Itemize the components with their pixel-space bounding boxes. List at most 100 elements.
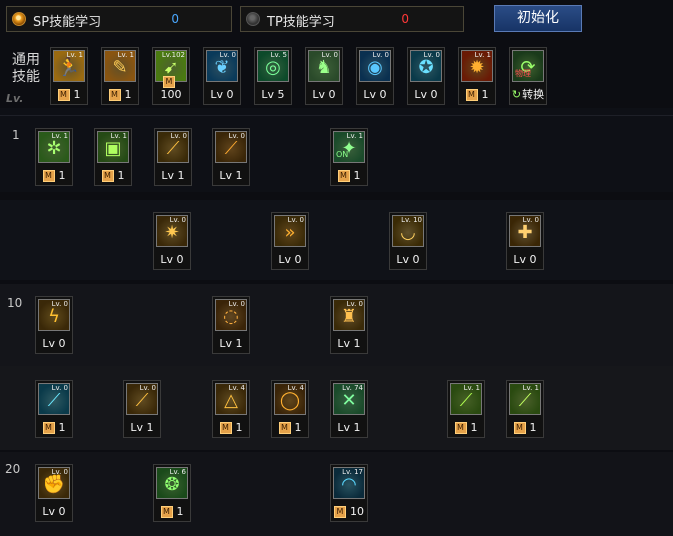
skill-level-text: M1	[102, 88, 138, 101]
icon-glyph: ◎	[265, 57, 281, 78]
icon-glyph: ⟋	[47, 390, 61, 411]
skill-slot[interactable]: ⟋ Lv. 0 M1	[35, 380, 73, 438]
skill-slot[interactable]: » Lv. 0 Lv 0	[271, 212, 309, 270]
gear-skill-icon[interactable]: ✲ Lv. 1	[38, 131, 70, 163]
skill-slot[interactable]: ⟋ Lv. 1 M1	[447, 380, 485, 438]
skill-slot[interactable]: △ Lv. 4 M1	[212, 380, 250, 438]
icon-glyph: ⟋	[135, 390, 149, 411]
fist-icon[interactable]: ✊ Lv. 0	[38, 467, 70, 499]
common-skill-slot[interactable]: ⟳ 物理 ↻转换	[509, 47, 547, 105]
skill-slot[interactable]: ♜ Lv. 0 Lv 1	[330, 296, 368, 354]
skill-level-text: Lv 1	[124, 421, 160, 434]
icon-glyph: ✲	[46, 138, 62, 159]
common-skill-slot[interactable]: ✎ Lv. 1 M1	[101, 47, 139, 105]
background-band-2	[0, 200, 673, 280]
spiral-icon[interactable]: ◌ Lv. 0	[215, 299, 247, 331]
sword-blue-icon[interactable]: ⟋ Lv. 0	[38, 383, 70, 415]
skill-slot[interactable]: ✕ Lv. 74 Lv 1	[330, 380, 368, 438]
triangle-icon[interactable]: △ Lv. 4	[215, 383, 247, 415]
dragon-icon[interactable]: ♜ Lv. 0	[333, 299, 365, 331]
ring-icon[interactable]: ◯ Lv. 4	[274, 383, 306, 415]
common-skill-slot[interactable]: ♞ Lv. 0 Lv 0	[305, 47, 343, 105]
common-skill-slot[interactable]: ◉ Lv. 0 Lv 0	[356, 47, 394, 105]
skill-slot[interactable]: ▣ Lv. 1 M1	[94, 128, 132, 186]
level-watermark: Lv.	[6, 92, 24, 105]
icon-level-tag: Lv. 1	[346, 132, 363, 140]
skill-slot[interactable]: ⟋ Lv. 0 Lv 1	[212, 128, 250, 186]
skill-level-text: Lv 0	[154, 253, 190, 266]
blade-icon[interactable]: ⟋ Lv. 0	[126, 383, 158, 415]
common-skill-slot[interactable]: ✹ Lv. 1 M1	[458, 47, 496, 105]
skill-level-value: 1	[124, 88, 132, 101]
icon-level-tag: Lv. 0	[51, 300, 68, 308]
skill-level-value: 转换	[522, 88, 545, 101]
skill-level-text: M1	[51, 88, 87, 101]
skill-slot[interactable]: ✦ Lv. 1 ON M 1	[330, 128, 368, 186]
scroll-icon[interactable]: ✎ Lv. 1	[104, 50, 136, 82]
beast-icon[interactable]: ❂ Lv. 6	[156, 467, 188, 499]
skill-level-value: 1	[481, 88, 489, 101]
skill-slot[interactable]: ✚ Lv. 0 Lv 0	[506, 212, 544, 270]
common-skill-slot[interactable]: 🏃 Lv. 1 M1	[50, 47, 88, 105]
skill-slot[interactable]: ◌ Lv. 0 Lv 1	[212, 296, 250, 354]
skill-slot[interactable]: ◡ Lv. 10 Lv 0	[389, 212, 427, 270]
icon-level-tag: Lv. 0	[139, 384, 156, 392]
common-skill-slot[interactable]: ✪ Lv. 0 Lv 0	[407, 47, 445, 105]
skill-level-value: Lv 1	[337, 337, 361, 350]
green-blade-icon[interactable]: ⟋ Lv. 1	[509, 383, 541, 415]
icon-glyph: △	[224, 390, 238, 411]
mastery-badge-icon: M	[42, 170, 55, 182]
skill-level-value: 1	[73, 88, 81, 101]
burst-icon[interactable]: ✷ Lv. 0	[156, 215, 188, 247]
cross-green-icon[interactable]: ✕ Lv. 74	[333, 383, 365, 415]
tp-skill-tab[interactable]: TP技能学习 0	[240, 6, 464, 32]
stance-icon[interactable]: ✦ Lv. 1 ON	[333, 131, 365, 163]
tp-points-value: 0	[401, 12, 409, 26]
skill-level-text: M1	[331, 169, 367, 182]
icon-level-tag: Lv. 1	[463, 384, 480, 392]
skill-level-text: Lv 0	[390, 253, 426, 266]
green-slash-icon[interactable]: ⟋ Lv. 1	[450, 383, 482, 415]
skill-slot[interactable]: ✊ Lv. 0 Lv 0	[35, 464, 73, 522]
claw-icon[interactable]: ⟋ Lv. 0	[215, 131, 247, 163]
common-skill-slot[interactable]: ❦ Lv. 0 Lv 0	[203, 47, 241, 105]
icon-level-tag: Lv. 0	[219, 51, 236, 59]
zigzag-icon[interactable]: ϟ Lv. 0	[38, 299, 70, 331]
icon-level-tag: Lv. 0	[423, 51, 440, 59]
body-icon[interactable]: ✪ Lv. 0	[410, 50, 442, 82]
slash-icon[interactable]: ⟋ Lv. 0	[157, 131, 189, 163]
icon-level-tag: Lv. 0	[51, 468, 68, 476]
guard-icon[interactable]: ✚ Lv. 0	[509, 215, 541, 247]
skill-slot[interactable]: ✲ Lv. 1 M1	[35, 128, 73, 186]
common-skill-slot[interactable]: ➹ Lv.102 M100	[152, 47, 190, 105]
sp-skill-tab[interactable]: SP技能学习 0	[6, 6, 232, 32]
shield-skill-icon[interactable]: ▣ Lv. 1	[97, 131, 129, 163]
radio-selected-icon[interactable]	[12, 12, 26, 26]
skill-slot[interactable]: ◯ Lv. 4 M1	[271, 380, 309, 438]
runner-icon[interactable]: 🏃 Lv. 1	[53, 50, 85, 82]
common-skill-slot[interactable]: ◎ Lv. 5 Lv 5	[254, 47, 292, 105]
reset-button[interactable]: 初始化	[494, 5, 582, 32]
skill-level-value: 1	[529, 421, 537, 434]
fire-icon[interactable]: ✹ Lv. 1	[461, 50, 493, 82]
eye-icon[interactable]: ◉ Lv. 0	[359, 50, 391, 82]
figure-icon[interactable]: ♞ Lv. 0	[308, 50, 340, 82]
skill-level-text: Lv 0	[272, 253, 308, 266]
skill-level-value: Lv 0	[42, 505, 66, 518]
skill-level-value: Lv 0	[414, 88, 438, 101]
skill-slot[interactable]: ✷ Lv. 0 Lv 0	[153, 212, 191, 270]
wings-icon[interactable]: ❦ Lv. 0	[206, 50, 238, 82]
skill-slot[interactable]: ◠ Lv. 17 M 10	[330, 464, 368, 522]
skill-slot[interactable]: ⟋ Lv. 0 Lv 1	[123, 380, 161, 438]
arrows-icon[interactable]: » Lv. 0	[274, 215, 306, 247]
mastery-badge-icon: M	[163, 76, 175, 88]
convert-icon[interactable]: ⟳ 物理	[512, 50, 544, 82]
skill-slot[interactable]: ❂ Lv. 6 M1	[153, 464, 191, 522]
radio-unselected-icon[interactable]	[246, 12, 260, 26]
arc-icon[interactable]: ◠ Lv. 17	[333, 467, 365, 499]
skill-slot[interactable]: ϟ Lv. 0 Lv 0	[35, 296, 73, 354]
skill-slot[interactable]: ⟋ Lv. 1 M1	[506, 380, 544, 438]
skill-slot[interactable]: ⟋ Lv. 0 Lv 1	[154, 128, 192, 186]
wave-icon[interactable]: ◡ Lv. 10	[392, 215, 424, 247]
target-icon[interactable]: ◎ Lv. 5	[257, 50, 289, 82]
